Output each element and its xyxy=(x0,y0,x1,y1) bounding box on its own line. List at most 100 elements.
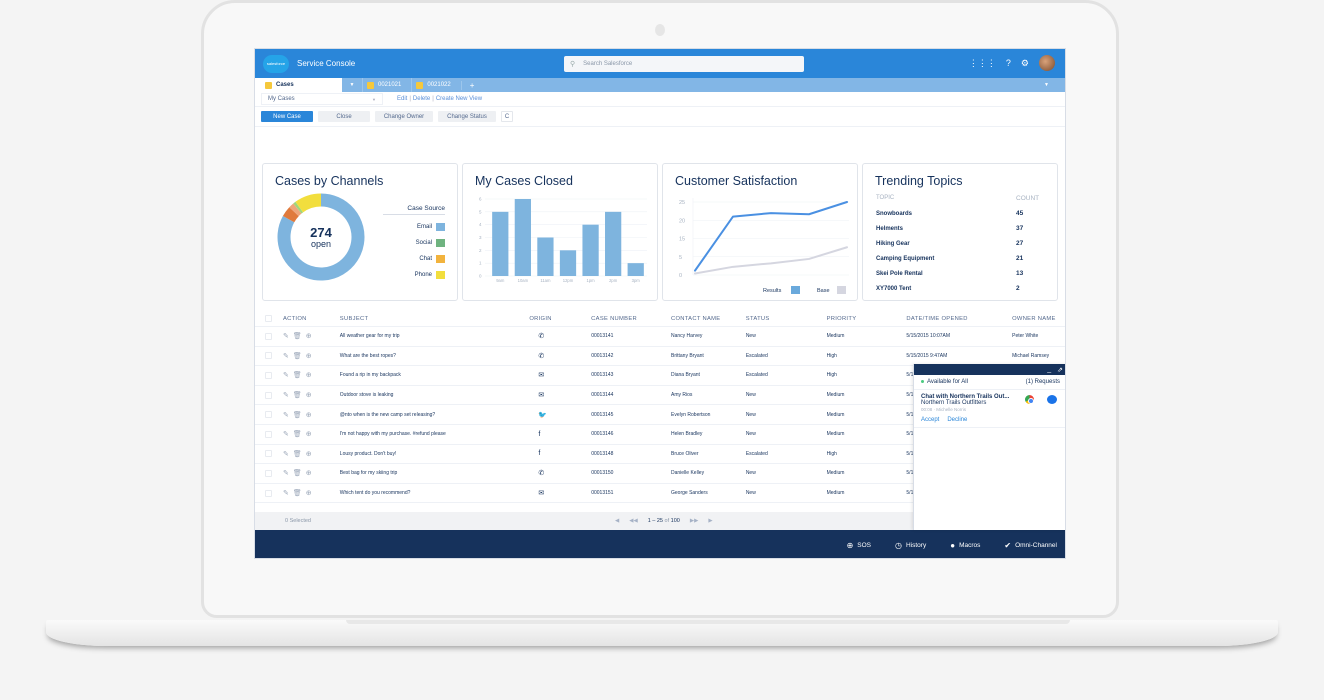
new-case-button[interactable]: New Case xyxy=(261,111,313,122)
add-circle-icon[interactable]: ⊕ xyxy=(306,352,312,360)
cell-contact-name[interactable]: Danielle Kelley xyxy=(671,470,746,476)
add-circle-icon[interactable]: ⊕ xyxy=(306,450,312,458)
header-priority[interactable]: PRIORITY xyxy=(827,316,907,322)
utility-sos[interactable]: ⊕ SOS xyxy=(847,541,871,550)
first-page-icon[interactable]: ◀◀ xyxy=(629,518,637,524)
delete-trash-icon[interactable]: 🗑 xyxy=(293,371,302,379)
presence-status[interactable]: Available for All xyxy=(921,379,968,385)
topic-row[interactable]: XY7000 Tent 2 xyxy=(876,281,1046,296)
add-circle-icon[interactable]: ⊕ xyxy=(306,411,312,419)
edit-pencil-icon[interactable]: ✎ xyxy=(283,411,289,419)
close-button[interactable]: Close xyxy=(318,111,370,122)
cell-subject[interactable]: All weather gear for my trip xyxy=(340,333,530,339)
user-avatar[interactable] xyxy=(1039,55,1055,71)
refresh-button[interactable]: C xyxy=(501,111,513,122)
cell-case-number[interactable]: 00013148 xyxy=(591,451,671,457)
cell-subject[interactable]: @nto when is the new camp set releasing? xyxy=(340,412,530,418)
header-date-opened[interactable]: DATE/TIME OPENED xyxy=(906,316,1012,322)
cell-subject[interactable]: I'm not happy with my purchase. #refund … xyxy=(340,431,530,437)
change-owner-button[interactable]: Change Owner xyxy=(375,111,433,122)
cell-contact-name[interactable]: Diana Bryant xyxy=(671,372,746,378)
accept-button[interactable]: Accept xyxy=(921,417,939,423)
edit-pencil-icon[interactable]: ✎ xyxy=(283,469,289,477)
cell-case-number[interactable]: 00013146 xyxy=(591,431,671,437)
cell-contact-name[interactable]: Helen Bradley xyxy=(671,431,746,437)
subtab-0021021[interactable]: 0021021 xyxy=(362,78,411,92)
cell-owner-name[interactable]: Peter White xyxy=(1012,333,1065,339)
row-checkbox[interactable] xyxy=(265,489,273,497)
cell-case-number[interactable]: 00013145 xyxy=(591,412,671,418)
delete-trash-icon[interactable]: 🗑 xyxy=(293,391,302,399)
delete-trash-icon[interactable]: 🗑 xyxy=(293,469,302,477)
edit-pencil-icon[interactable]: ✎ xyxy=(283,332,289,340)
prev-page-icon[interactable]: ◀ xyxy=(615,518,619,524)
cell-subject[interactable]: Lousy product. Don't buy! xyxy=(340,451,530,457)
delete-view-link[interactable]: Delete xyxy=(413,96,430,102)
settings-gear-icon[interactable]: ⚙ xyxy=(1021,58,1029,69)
work-request-item[interactable]: Chat with Northern Trails Out... Norther… xyxy=(914,390,1065,428)
cell-case-number[interactable]: 00013141 xyxy=(591,333,671,339)
add-circle-icon[interactable]: ⊕ xyxy=(306,371,312,379)
change-status-button[interactable]: Change Status xyxy=(438,111,496,122)
edit-pencil-icon[interactable]: ✎ xyxy=(283,450,289,458)
utility-macros[interactable]: ● Macros xyxy=(950,541,980,550)
header-owner-name[interactable]: OWNER NAME xyxy=(1012,316,1065,322)
cell-contact-name[interactable]: Nancy Harvey xyxy=(671,333,746,339)
row-checkbox[interactable] xyxy=(265,352,273,360)
apps-grid-icon[interactable]: ⋮⋮⋮ xyxy=(969,58,996,69)
topic-row[interactable]: Camping Equipment 21 xyxy=(876,251,1046,266)
tab-dropdown-chevron-icon[interactable]: ▼ xyxy=(342,82,362,88)
row-checkbox[interactable] xyxy=(265,450,273,458)
create-new-view-link[interactable]: Create New View xyxy=(436,96,482,102)
cell-owner-name[interactable]: Michael Ramsey xyxy=(1012,353,1065,359)
cell-contact-name[interactable]: Brittany Bryant xyxy=(671,353,746,359)
table-row[interactable]: ✎ 🗑 ⊕ All weather gear for my trip ✆ 00013… xyxy=(255,327,1065,347)
cell-case-number[interactable]: 00013143 xyxy=(591,372,671,378)
cell-subject[interactable]: Best bag for my skiing trip xyxy=(340,470,530,476)
header-case-number[interactable]: CASE NUMBER xyxy=(591,316,671,322)
popout-icon[interactable]: ⇗ xyxy=(1057,366,1063,374)
cell-case-number[interactable]: 00013150 xyxy=(591,470,671,476)
add-circle-icon[interactable]: ⊕ xyxy=(306,489,312,497)
utility-history[interactable]: ◷ History xyxy=(895,541,926,550)
cell-subject[interactable]: Found a rip in my backpack xyxy=(340,372,530,378)
decline-button[interactable]: Decline xyxy=(947,417,967,423)
edit-pencil-icon[interactable]: ✎ xyxy=(283,352,289,360)
cell-contact-name[interactable]: Amy Rios xyxy=(671,392,746,398)
subtab-0021022[interactable]: 0021022 xyxy=(411,78,460,92)
next-page-icon[interactable]: ▶ xyxy=(708,518,712,524)
row-checkbox[interactable] xyxy=(265,371,273,379)
cell-subject[interactable]: Which tent do you recommend? xyxy=(340,490,530,496)
topic-row[interactable]: Snowboards 45 xyxy=(876,206,1046,221)
header-contact-name[interactable]: CONTACT NAME xyxy=(671,316,746,322)
delete-trash-icon[interactable]: 🗑 xyxy=(293,430,302,438)
add-circle-icon[interactable]: ⊕ xyxy=(306,391,312,399)
cell-contact-name[interactable]: George Sanders xyxy=(671,490,746,496)
header-status[interactable]: STATUS xyxy=(746,316,827,322)
utility-omni-channel[interactable]: ✔ Omni-Channel xyxy=(1004,541,1057,550)
edit-pencil-icon[interactable]: ✎ xyxy=(283,489,289,497)
edit-view-link[interactable]: Edit xyxy=(397,96,407,102)
delete-trash-icon[interactable]: 🗑 xyxy=(293,411,302,419)
cell-case-number[interactable]: 00013142 xyxy=(591,353,671,359)
add-tab-button[interactable]: + xyxy=(460,80,483,90)
tab-cases[interactable]: Cases xyxy=(255,78,342,92)
cell-subject[interactable]: Outdoor stove is leaking xyxy=(340,392,530,398)
row-checkbox[interactable] xyxy=(265,469,273,477)
cell-contact-name[interactable]: Bruce Oliver xyxy=(671,451,746,457)
select-all-checkbox[interactable] xyxy=(265,315,273,322)
help-icon[interactable]: ? xyxy=(1006,58,1011,68)
delete-trash-icon[interactable]: 🗑 xyxy=(293,489,302,497)
header-origin[interactable]: ORIGIN xyxy=(529,316,591,322)
minimize-icon[interactable]: _ xyxy=(1047,366,1051,373)
salesforce-logo[interactable]: salesforce xyxy=(263,54,289,73)
row-checkbox[interactable] xyxy=(265,391,273,399)
row-checkbox[interactable] xyxy=(265,411,273,419)
global-search-input[interactable]: ⚲ Search Salesforce xyxy=(564,56,804,72)
add-circle-icon[interactable]: ⊕ xyxy=(306,332,312,340)
topic-row[interactable]: Skei Pole Rental 13 xyxy=(876,266,1046,281)
row-checkbox[interactable] xyxy=(265,332,273,340)
cell-subject[interactable]: What are the best ropes? xyxy=(340,353,530,359)
list-view-select[interactable]: My Cases ▼ xyxy=(261,93,383,105)
tab-overflow-chevron-icon[interactable]: ▼ xyxy=(1044,82,1049,88)
